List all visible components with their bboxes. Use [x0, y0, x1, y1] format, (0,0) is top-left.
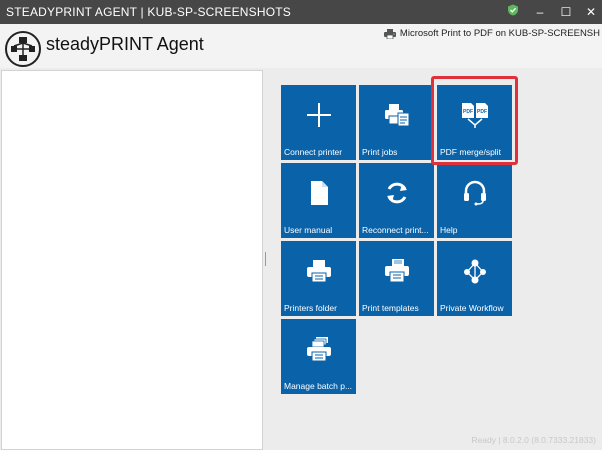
tile-user-manual[interactable]: User manual	[281, 163, 356, 238]
print-jobs-icon	[384, 104, 409, 127]
tile-label: User manual	[284, 225, 333, 235]
tile-label: Print jobs	[362, 147, 398, 157]
app-header: steadyPRINT Agent Microsoft Print to PDF…	[0, 24, 602, 68]
headset-icon	[463, 180, 486, 206]
tile-help[interactable]: Help	[437, 163, 512, 238]
printer-icon	[306, 260, 331, 283]
maximize-button[interactable]: ☐	[557, 3, 575, 21]
print-template-icon	[384, 259, 409, 283]
tile-label: PDF merge/split	[440, 147, 501, 157]
tile-label: Connect printer	[284, 147, 343, 157]
tile-label: Print templates	[362, 303, 419, 313]
minimize-button[interactable]: –	[531, 3, 549, 21]
tile-label: Reconnect print...	[362, 225, 429, 235]
panel-splitter[interactable]	[264, 252, 267, 266]
tile-private-workflow[interactable]: Private Workflow	[437, 241, 512, 316]
plus-icon	[306, 103, 331, 127]
tile-manage-batch-printing[interactable]: Manage batch p...	[281, 319, 356, 394]
steadyprint-logo-icon	[5, 31, 41, 67]
tile-print-jobs[interactable]: Print jobs	[359, 85, 434, 160]
svg-text:PDF: PDF	[463, 109, 473, 115]
default-printer-indicator[interactable]: Microsoft Print to PDF on KUB-SP-SCREENS…	[383, 28, 600, 39]
pdf-merge-icon: PDF PDF	[461, 103, 488, 128]
tile-printers-folder[interactable]: Printers folder	[281, 241, 356, 316]
tile-connect-printer[interactable]: Connect printer	[281, 85, 356, 160]
svg-text:PDF: PDF	[477, 109, 487, 115]
app-name: steadyPRINT Agent	[46, 34, 204, 54]
shield-check-icon	[504, 3, 522, 21]
tile-reconnect-printers[interactable]: Reconnect print...	[359, 163, 434, 238]
tile-label: Help	[440, 225, 458, 235]
workflow-icon	[463, 259, 486, 284]
refresh-icon	[386, 182, 407, 204]
title-bar: STEADYPRINT AGENT | KUB-SP-SCREENSHOTS –…	[0, 0, 602, 24]
status-text: Ready | 8.0.2.0 (8.0.7333.21833)	[471, 435, 596, 445]
tile-label: Printers folder	[284, 303, 337, 313]
printer-list-panel[interactable]	[1, 70, 263, 450]
tile-print-templates[interactable]: Print templates	[359, 241, 434, 316]
batch-printer-icon	[306, 337, 331, 362]
window-title: STEADYPRINT AGENT | KUB-SP-SCREENSHOTS	[6, 5, 291, 19]
tile-pdf-merge-split[interactable]: PDF PDF PDF merge/split	[437, 85, 512, 160]
document-icon	[310, 181, 328, 205]
default-printer-label: Microsoft Print to PDF on KUB-SP-SCREENS…	[399, 28, 600, 39]
tile-label: Manage batch p...	[284, 381, 353, 391]
printer-icon	[383, 28, 396, 39]
close-button[interactable]: ✕	[582, 3, 600, 21]
tile-label: Private Workflow	[440, 303, 504, 313]
